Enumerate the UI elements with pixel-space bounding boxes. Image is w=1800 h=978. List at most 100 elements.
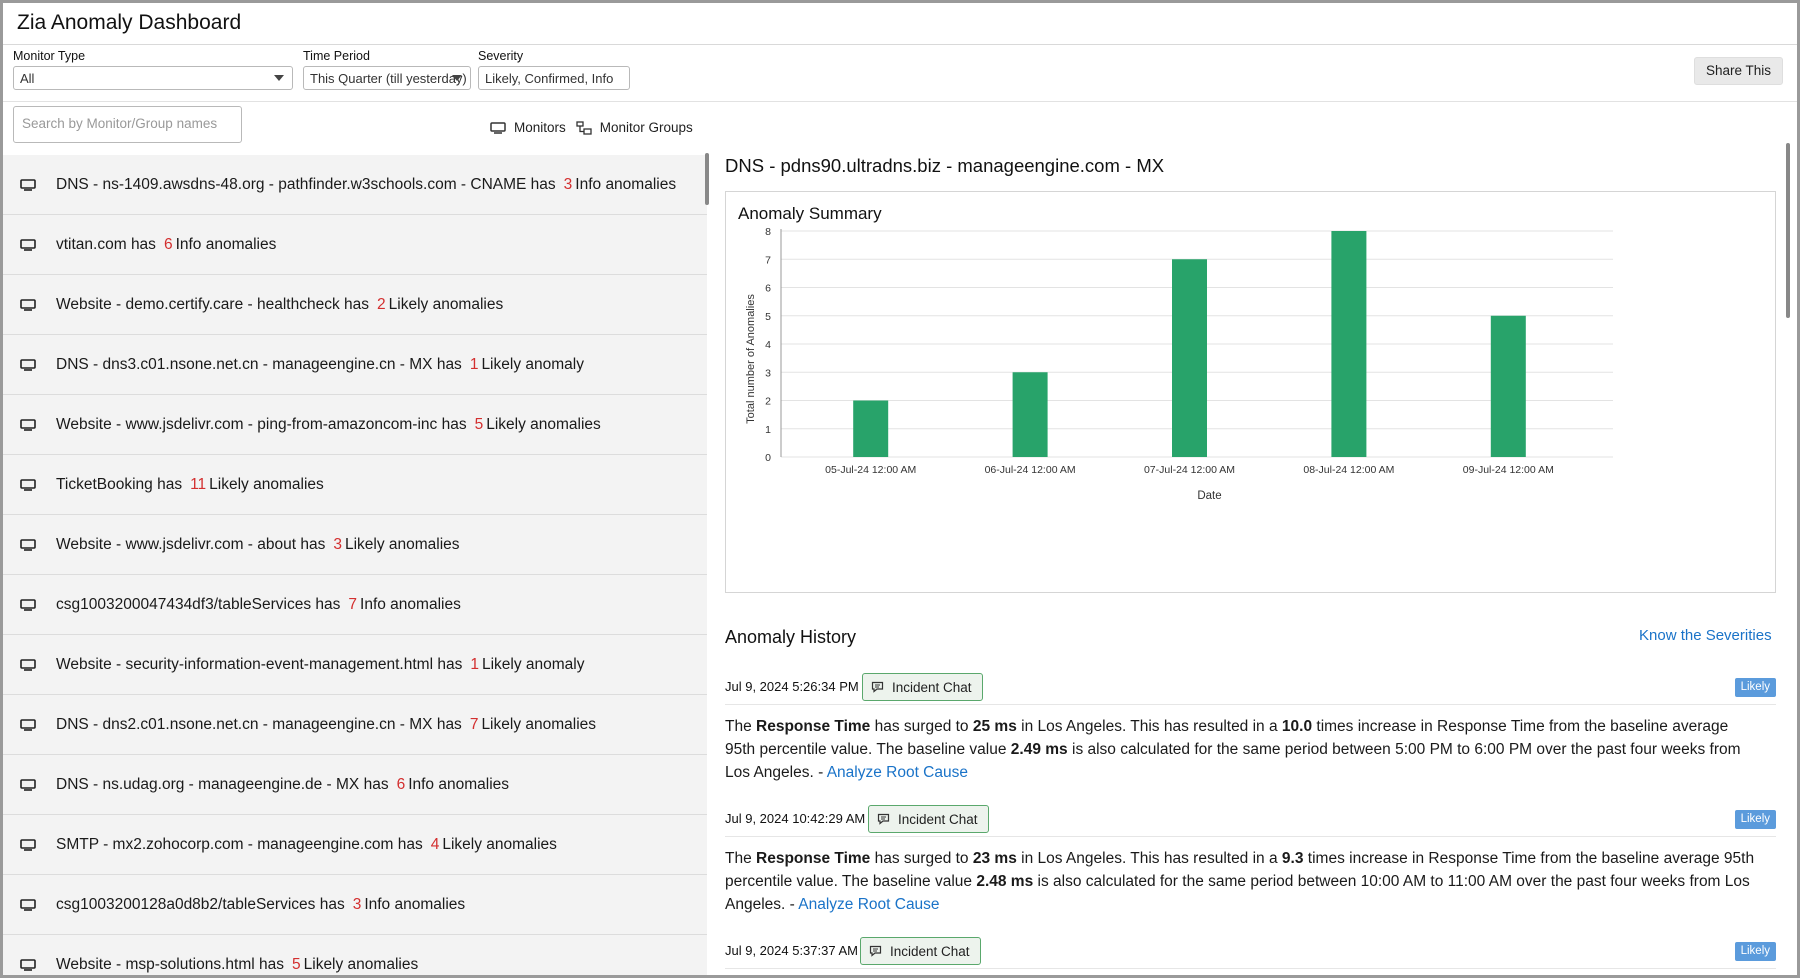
increase-factor: 10.0 bbox=[1281, 718, 1313, 735]
monitor-list: DNS - ns-1409.awsdns-48.org - pathfinder… bbox=[3, 155, 707, 975]
list-item[interactable]: DNS - ns-1409.awsdns-48.org - pathfinder… bbox=[3, 155, 707, 215]
monitor-type-filter: Monitor Type All bbox=[13, 49, 293, 90]
share-button[interactable]: Share This bbox=[1693, 57, 1783, 85]
incident-chat-button[interactable]: Incident Chat bbox=[860, 937, 981, 965]
monitor-icon bbox=[20, 598, 36, 611]
monitor-name: DNS - ns.udag.org - manageengine.de - MX… bbox=[56, 775, 389, 793]
monitor-type-select[interactable]: All bbox=[13, 66, 293, 90]
chevron-down-icon bbox=[452, 75, 462, 81]
anomaly-suffix: Likely anomalies bbox=[486, 415, 601, 433]
severity-label: Severity bbox=[478, 49, 524, 63]
chart-bar bbox=[853, 400, 889, 457]
monitor-name: DNS - ns-1409.awsdns-48.org - pathfinder… bbox=[56, 175, 556, 193]
incident-chat-button[interactable]: Incident Chat bbox=[862, 673, 983, 701]
monitor-icon bbox=[20, 358, 36, 371]
anomaly-count: 6 bbox=[396, 775, 406, 793]
monitor-icon bbox=[20, 178, 36, 191]
anomaly-suffix: Likely anomaly bbox=[481, 655, 585, 673]
severity-select[interactable]: Likely, Confirmed, Info bbox=[478, 66, 630, 90]
entry-timestamp: Jul 9, 2024 5:26:34 PM bbox=[725, 679, 859, 694]
list-item[interactable]: DNS - dns2.c01.nsone.net.cn - manageengi… bbox=[3, 695, 707, 755]
anomaly-count: 2 bbox=[377, 295, 386, 313]
list-item[interactable]: csg1003200128a0d8b2/tableServices has 3 In… bbox=[3, 875, 707, 935]
list-item[interactable]: Website - msp-solutions.html has 5 Likely … bbox=[3, 935, 707, 975]
chat-icon bbox=[871, 681, 884, 693]
x-tick-label: 09-Jul-24 12:00 AM bbox=[1463, 464, 1554, 476]
monitor-groups-toggle-label: Monitor Groups bbox=[599, 120, 693, 135]
y-tick-label: 6 bbox=[765, 283, 771, 295]
anomaly-suffix: Likely anomalies bbox=[303, 955, 419, 973]
incident-chat-button[interactable]: Incident Chat bbox=[868, 805, 989, 833]
monitor-name: DNS - dns2.c01.nsone.net.cn - manageengi… bbox=[56, 715, 462, 733]
list-item[interactable]: csg1003200047434df3/tableServices has 7 In… bbox=[3, 575, 707, 635]
text-fragment: has surged to bbox=[870, 850, 973, 867]
x-tick-label: 06-Jul-24 12:00 AM bbox=[985, 464, 1076, 476]
list-scrollbar[interactable] bbox=[705, 153, 709, 205]
monitor-name: csg1003200047434df3/tableServices has bbox=[56, 595, 341, 613]
list-item[interactable]: DNS - ns.udag.org - manageengine.de - MX… bbox=[3, 755, 707, 815]
history-entry-text: The Response Time has surged to 23 ms in… bbox=[725, 837, 1776, 916]
list-item[interactable]: Website - www.jsdelivr.com - ping-from-a… bbox=[3, 395, 707, 455]
detail-scrollbar[interactable] bbox=[1786, 143, 1790, 318]
text-fragment: The bbox=[725, 850, 757, 867]
know-severities-link[interactable]: Know the Severities bbox=[1639, 627, 1772, 644]
monitor-type-value: All bbox=[20, 71, 35, 86]
anomaly-suffix: Likely anomaly bbox=[481, 355, 584, 373]
monitor-icon bbox=[20, 958, 36, 971]
severity-badge: Likely bbox=[1734, 810, 1776, 829]
view-toggles: Monitors Monitor Groups bbox=[490, 120, 703, 135]
list-item[interactable]: Website - demo.certify.care - healthchec… bbox=[3, 275, 707, 335]
list-item[interactable]: DNS - dns3.c01.nsone.net.cn - manageengi… bbox=[3, 335, 707, 395]
history-entry: Jul 9, 2024 10:42:29 AM Incident Chat Like… bbox=[725, 803, 1776, 916]
incident-chat-label: Incident Chat bbox=[892, 679, 972, 695]
baseline-value: 2.49 ms bbox=[1010, 741, 1068, 758]
x-axis-label: Date bbox=[1197, 490, 1221, 502]
monitor-name: Website - demo.certify.care - healthchec… bbox=[56, 295, 370, 313]
anomaly-count: 3 bbox=[352, 895, 362, 913]
time-period-value: This Quarter (till yesterday) bbox=[310, 71, 467, 86]
monitor-groups-toggle[interactable]: Monitor Groups bbox=[576, 120, 693, 135]
monitor-group-icon bbox=[576, 120, 592, 135]
anomaly-suffix: Info anomalies bbox=[575, 175, 677, 193]
monitor-icon bbox=[20, 538, 36, 551]
entry-timestamp: Jul 9, 2024 10:42:29 AM bbox=[725, 811, 866, 826]
time-period-filter: Time Period This Quarter (till yesterday… bbox=[303, 49, 471, 90]
anomaly-count: 1 bbox=[470, 655, 479, 673]
monitor-icon bbox=[20, 778, 36, 791]
monitor-icon bbox=[20, 478, 36, 491]
metric-name: Response Time bbox=[756, 718, 871, 735]
list-item[interactable]: vtitan.com has 6 Info anomalies bbox=[3, 215, 707, 275]
monitor-icon bbox=[20, 658, 36, 671]
analyze-root-cause-link[interactable]: Analyze Root Cause bbox=[827, 764, 968, 781]
analyze-root-cause-link[interactable]: Analyze Root Cause bbox=[798, 896, 939, 913]
text-fragment: in Los Angeles. This has resulted in a bbox=[1016, 718, 1282, 735]
y-tick-label: 1 bbox=[765, 424, 771, 436]
x-tick-label: 05-Jul-24 12:00 AM bbox=[825, 464, 916, 476]
anomaly-count: 6 bbox=[163, 235, 173, 253]
y-tick-label: 7 bbox=[765, 254, 771, 266]
list-item[interactable]: SMTP - mx2.zohocorp.com - manageengine.c… bbox=[3, 815, 707, 875]
monitors-toggle[interactable]: Monitors bbox=[490, 120, 566, 135]
history-entry-header: Jul 9, 2024 5:26:34 PM Incident Chat Likel… bbox=[725, 671, 1776, 705]
search-input[interactable]: Search by Monitor/Group names bbox=[13, 106, 242, 143]
list-item[interactable]: Website - security-information-event-man… bbox=[3, 635, 707, 695]
metric-value: 25 ms bbox=[972, 718, 1017, 735]
monitor-icon bbox=[20, 238, 36, 251]
app-window: Zia Anomaly Dashboard Monitor Type All T… bbox=[0, 0, 1800, 978]
anomaly-count: 1 bbox=[469, 355, 479, 373]
chart-bar bbox=[1490, 315, 1526, 457]
anomaly-suffix: Likely anomalies bbox=[344, 535, 460, 553]
time-period-select[interactable]: This Quarter (till yesterday) bbox=[303, 66, 471, 90]
list-item[interactable]: Website - www.jsdelivr.com - about has 3 L… bbox=[3, 515, 707, 575]
anomaly-count: 5 bbox=[474, 415, 484, 433]
monitor-name: Website - www.jsdelivr.com - about has bbox=[56, 535, 326, 553]
text-fragment: in Los Angeles. This has resulted in a bbox=[1016, 850, 1282, 867]
list-item[interactable]: TicketBooking has 11 Likely anomalies bbox=[3, 455, 707, 515]
anomaly-suffix: Info anomalies bbox=[408, 775, 510, 793]
anomaly-summary-chart: 0 1 2 3 4 5 6 7 8 05-Jul-24 12:00 AM 06-Jul-24 12:… bbox=[745, 226, 1613, 502]
y-tick-label: 8 bbox=[765, 226, 771, 238]
text-fragment: The bbox=[725, 718, 757, 735]
y-tick-label: 2 bbox=[765, 396, 771, 408]
anomaly-count: 4 bbox=[430, 835, 440, 853]
severity-badge: Likely bbox=[1734, 942, 1776, 961]
